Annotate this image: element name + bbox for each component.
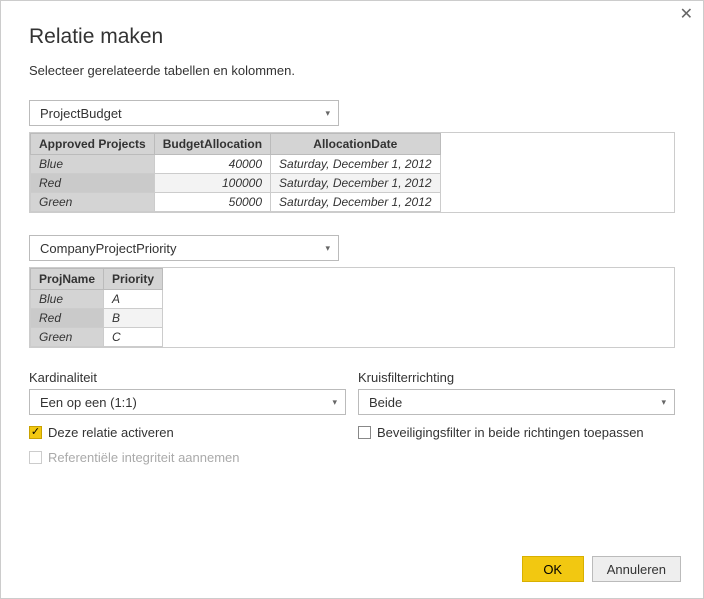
table1-col-1[interactable]: BudgetAllocation <box>154 134 270 155</box>
table2-preview: ProjName Priority Blue A Red B Green <box>29 267 675 348</box>
table2-dropdown-value: CompanyProjectPriority <box>40 241 177 256</box>
crossfilter-label: Kruisfilterrichting <box>358 370 675 385</box>
security-filter-checkbox[interactable]: Beveiligingsfilter in beide richtingen t… <box>358 425 675 440</box>
chevron-down-icon: ▾ <box>325 108 330 119</box>
checkbox-unchecked-icon <box>358 426 371 439</box>
cardinality-dropdown[interactable]: Een op een (1:1) ▾ <box>29 389 346 415</box>
table2-col-0[interactable]: ProjName <box>31 269 104 290</box>
ok-button[interactable]: OK <box>522 556 584 582</box>
table1-dropdown[interactable]: ProjectBudget ▾ <box>29 100 339 126</box>
table1-col-2[interactable]: AllocationDate <box>271 134 441 155</box>
referential-integrity-label: Referentiële integriteit aannemen <box>48 450 240 465</box>
checkbox-unchecked-icon <box>29 451 42 464</box>
table-row: Green C <box>31 328 163 347</box>
activate-relationship-checkbox[interactable]: ✓ Deze relatie activeren <box>29 425 346 440</box>
table1-preview: Approved Projects BudgetAllocation Alloc… <box>29 132 675 213</box>
dialog-subtitle: Selecteer gerelateerde tabellen en kolom… <box>29 63 675 78</box>
table-row: Green 50000 Saturday, December 1, 2012 <box>31 193 441 212</box>
table-row: Blue 40000 Saturday, December 1, 2012 <box>31 155 441 174</box>
create-relationship-dialog: ✕ Relatie maken Selecteer gerelateerde t… <box>0 0 704 599</box>
checkbox-checked-icon: ✓ <box>29 426 42 439</box>
activate-relationship-label: Deze relatie activeren <box>48 425 174 440</box>
crossfilter-dropdown[interactable]: Beide ▾ <box>358 389 675 415</box>
dialog-title: Relatie maken <box>29 25 675 49</box>
chevron-down-icon: ▾ <box>332 397 337 408</box>
cardinality-value: Een op een (1:1) <box>40 395 137 410</box>
table-row: Red 100000 Saturday, December 1, 2012 <box>31 174 441 193</box>
close-icon[interactable]: ✕ <box>680 7 693 23</box>
security-filter-label: Beveiligingsfilter in beide richtingen t… <box>377 425 644 440</box>
table1-col-0[interactable]: Approved Projects <box>31 134 155 155</box>
table1-dropdown-value: ProjectBudget <box>40 106 122 121</box>
chevron-down-icon: ▾ <box>325 243 330 254</box>
table2-col-1[interactable]: Priority <box>104 269 163 290</box>
chevron-down-icon: ▾ <box>661 397 666 408</box>
cardinality-label: Kardinaliteit <box>29 370 346 385</box>
crossfilter-value: Beide <box>369 395 402 410</box>
table-row: Blue A <box>31 290 163 309</box>
referential-integrity-checkbox: Referentiële integriteit aannemen <box>29 450 346 465</box>
table-row: Red B <box>31 309 163 328</box>
table2-dropdown[interactable]: CompanyProjectPriority ▾ <box>29 235 339 261</box>
cancel-button[interactable]: Annuleren <box>592 556 681 582</box>
